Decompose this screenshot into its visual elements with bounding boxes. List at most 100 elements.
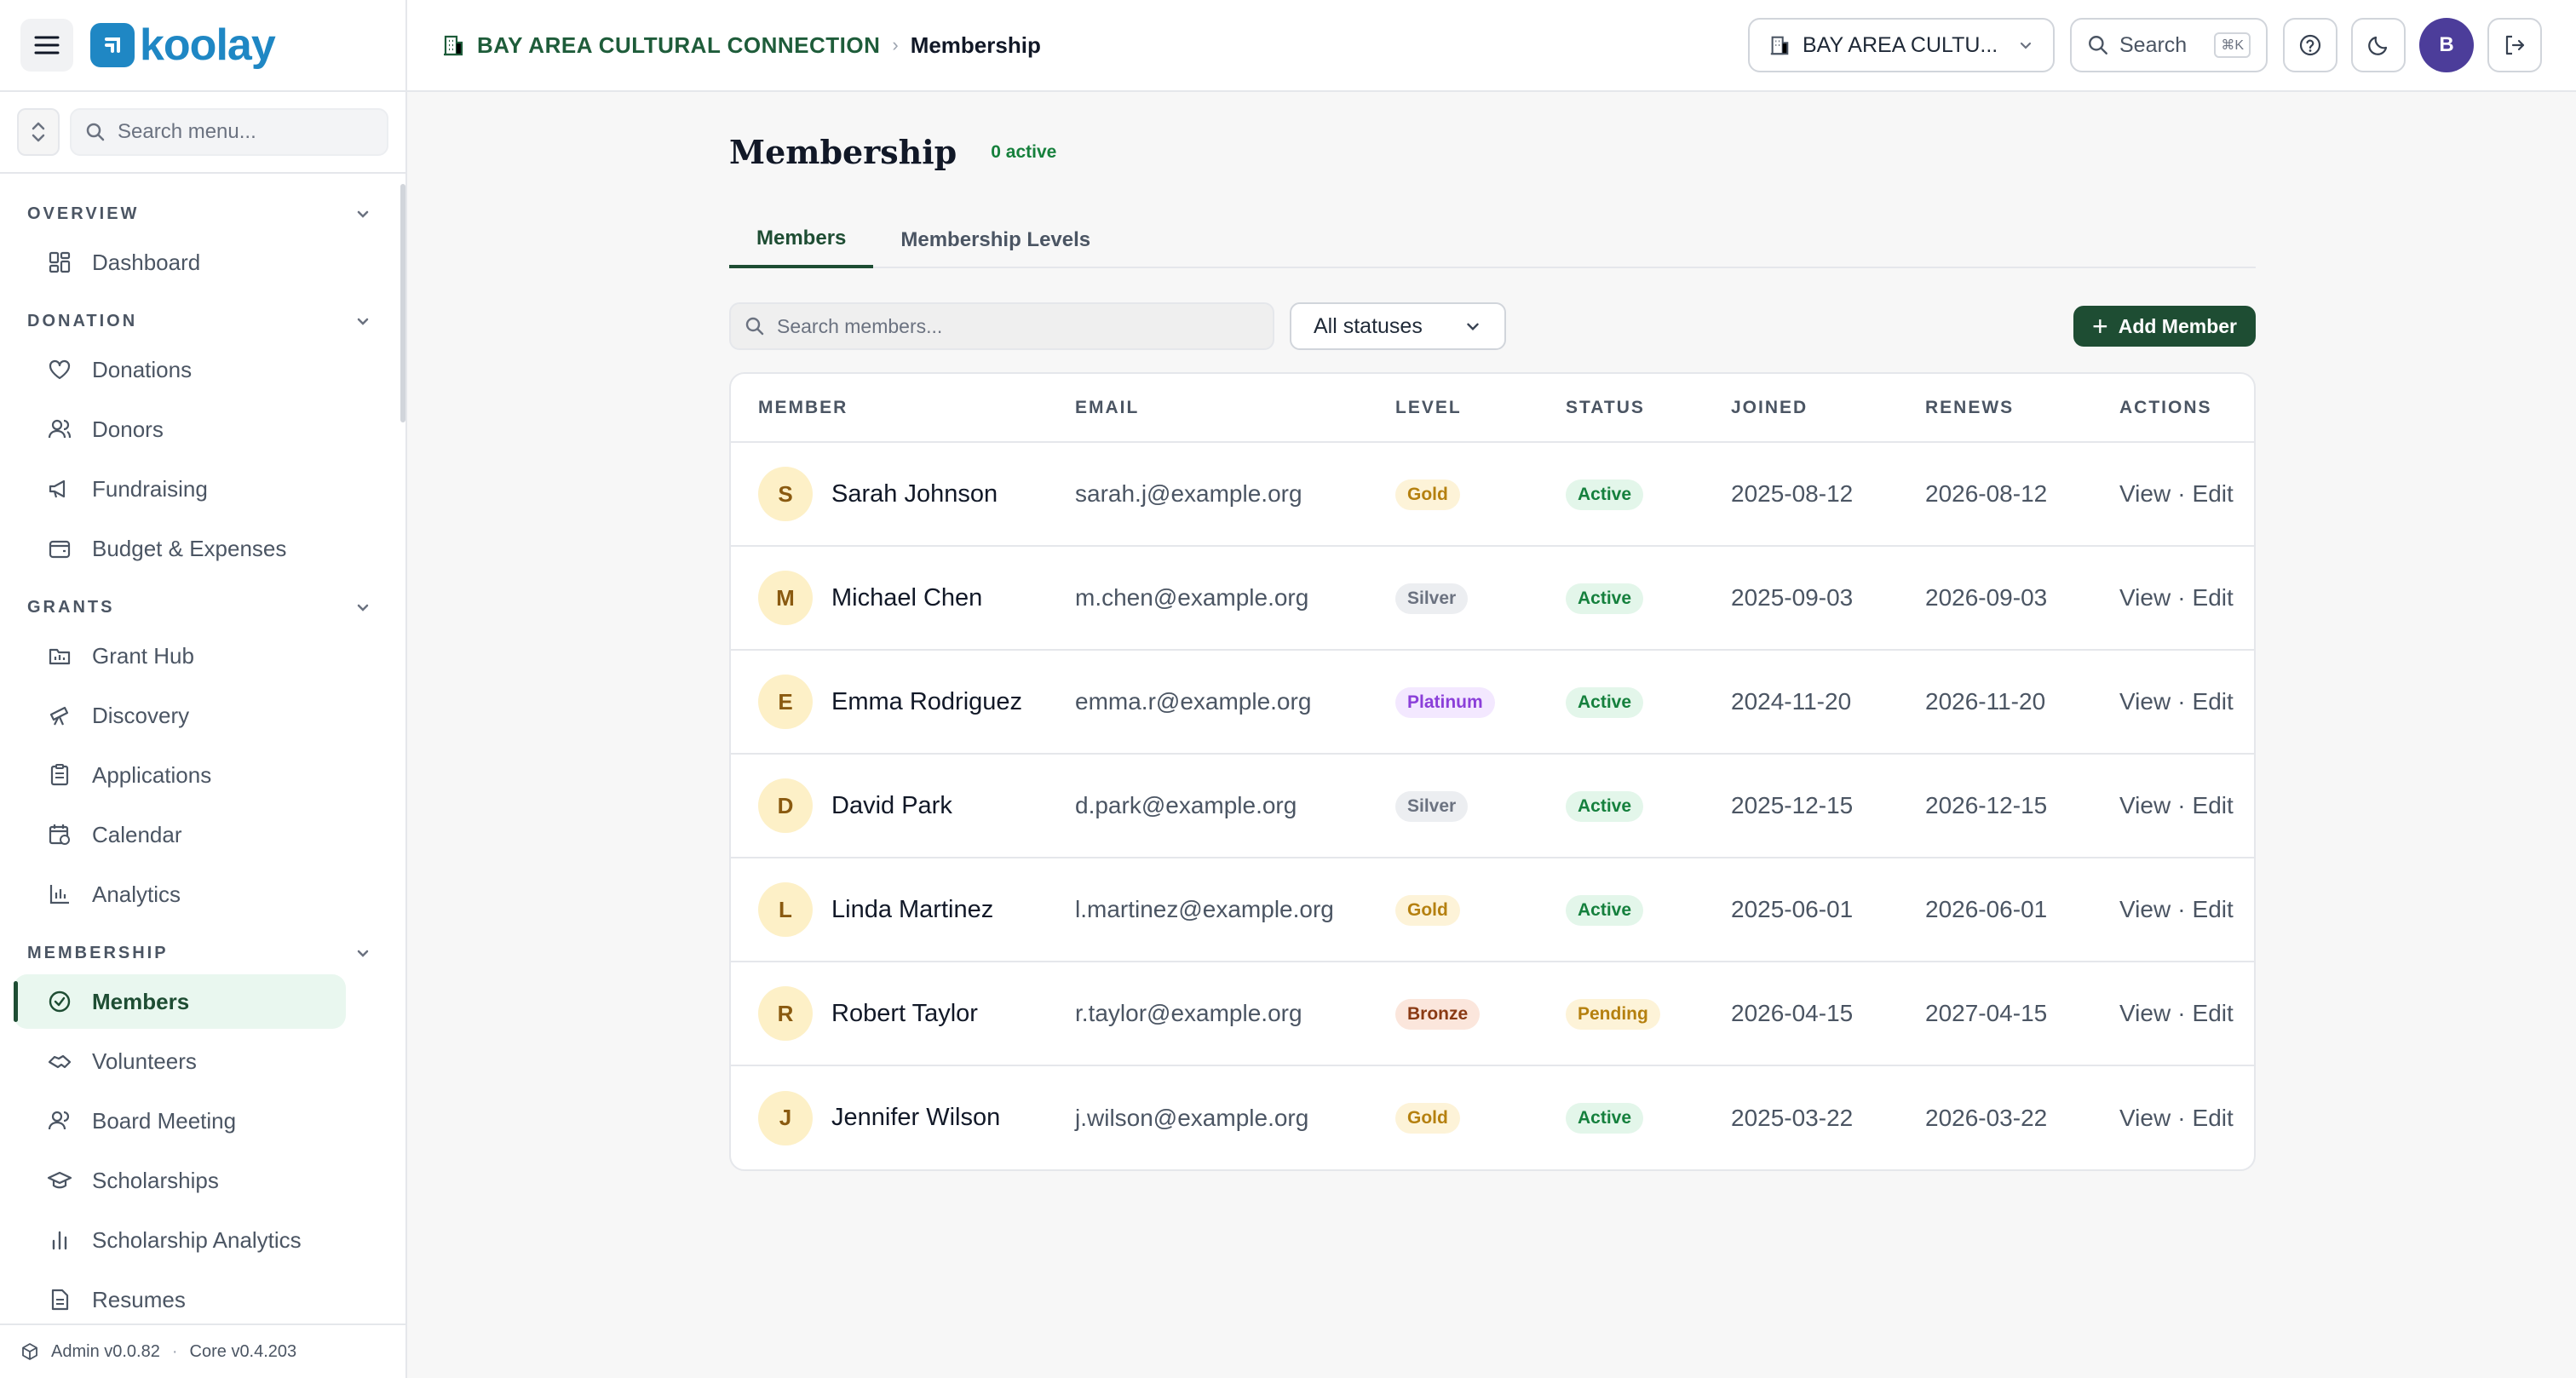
menu-search [70,108,388,156]
member-search-input[interactable] [777,314,1254,338]
logo[interactable]: koolay [90,20,276,71]
sidebar-item-analytics[interactable]: Analytics [14,867,346,922]
view-link[interactable]: View [2119,584,2171,611]
section-header-grants[interactable]: GRANTS [0,586,405,629]
sidebar-item-fundraising[interactable]: Fundraising [14,462,346,516]
column-header-joined[interactable]: JOINED [1704,374,1898,443]
renews-date: 2026-12-15 [1898,754,2092,858]
member-email: emma.r@example.org [1048,650,1368,755]
user-avatar[interactable]: B [2419,18,2474,72]
level-cell: Gold [1368,442,1538,547]
edit-link[interactable]: Edit [2193,1105,2234,1131]
organization-select-value: BAY AREA CULTU... [1803,32,1998,57]
sidebar-scrollbar[interactable] [400,184,405,422]
actions-cell: View · Edit [2092,858,2254,962]
table-row[interactable]: R Robert Taylor r.taylor@example.org Bronze… [731,962,2254,1066]
view-link[interactable]: View [2119,792,2171,818]
members-table: MEMBER EMAIL LEVEL STATUS JOINED RENEWS … [731,374,2254,1169]
column-header-member[interactable]: MEMBER [731,374,1048,443]
member-name: Robert Taylor [831,999,978,1027]
view-link[interactable]: View [2119,896,2171,922]
breadcrumb-org-link[interactable]: BAY AREA CULTURAL CONNECTION [477,32,880,59]
edit-link[interactable]: Edit [2193,792,2234,818]
sidebar-item-grant-hub[interactable]: Grant Hub [14,629,346,683]
sidebar-item-scholarship-analytics[interactable]: Scholarship Analytics [14,1213,346,1267]
view-link[interactable]: View [2119,1105,2171,1131]
edit-link[interactable]: Edit [2193,480,2234,507]
wallet-icon [46,535,73,562]
sidebar-item-scholarships[interactable]: Scholarships [14,1153,346,1208]
sidebar-item-resumes[interactable]: Resumes [14,1272,346,1327]
view-link[interactable]: View [2119,688,2171,715]
expand-collapse-button[interactable] [17,108,60,156]
sidebar-item-calendar[interactable]: Calendar [14,807,346,862]
table-header-row: MEMBER EMAIL LEVEL STATUS JOINED RENEWS … [731,374,2254,443]
member-name: Emma Rodriguez [831,687,1023,715]
member-cell: J Jennifer Wilson [731,1065,1048,1169]
menu-search-row [0,92,405,174]
add-member-button[interactable]: + Add Member [2073,306,2256,347]
edit-link[interactable]: Edit [2193,584,2234,611]
logo-mark-icon [90,23,135,67]
view-link[interactable]: View [2119,1000,2171,1026]
sidebar-item-donations[interactable]: Donations [14,342,346,397]
action-separator: · [2177,480,2186,507]
level-cell: Bronze [1368,962,1538,1066]
search-icon [2089,36,2107,55]
menu-search-input[interactable] [118,120,373,144]
sidebar-item-budget-expenses[interactable]: Budget & Expenses [14,521,346,576]
edit-link[interactable]: Edit [2193,688,2234,715]
column-header-renews[interactable]: RENEWS [1898,374,2092,443]
section-header-donation[interactable]: DONATION [0,300,405,342]
table-row[interactable]: D David Park d.park@example.org Silver Activ… [731,754,2254,858]
global-search-button[interactable]: Search ⌘K [2070,18,2268,72]
core-version: Core v0.4.203 [189,1341,297,1361]
organization-select[interactable]: BAY AREA CULTU... [1748,18,2055,72]
member-name: Sarah Johnson [831,479,998,508]
dashboard-icon [46,249,73,276]
joined-date: 2024-11-20 [1704,650,1898,755]
column-header-level[interactable]: LEVEL [1368,374,1538,443]
joined-date: 2025-08-12 [1704,442,1898,547]
table-row[interactable]: J Jennifer Wilson j.wilson@example.org Gold… [731,1065,2254,1169]
sidebar-item-applications[interactable]: Applications [14,748,346,802]
sidebar-item-donors[interactable]: Donors [14,402,346,456]
sidebar-item-volunteers[interactable]: Volunteers [14,1034,346,1088]
view-link[interactable]: View [2119,480,2171,507]
tab-membership-levels[interactable]: Membership Levels [873,212,1118,268]
sidebar-item-label: Discovery [92,702,190,728]
section-header-membership[interactable]: MEMBERSHIP [0,932,405,974]
search-icon [86,123,105,141]
table-row[interactable]: S Sarah Johnson sarah.j@example.org Gold Act… [731,442,2254,547]
hamburger-menu-button[interactable] [20,19,73,72]
member-cell: L Linda Martinez [731,858,1048,962]
sidebar-item-members[interactable]: Members [14,974,346,1029]
tab-members[interactable]: Members [729,212,874,268]
theme-toggle-button[interactable] [2351,18,2406,72]
sidebar-item-label: Grant Hub [92,642,194,669]
status-filter-select[interactable]: All statuses [1290,302,1506,350]
moon-icon [2368,36,2388,55]
help-button[interactable] [2283,18,2337,72]
logout-button[interactable] [2487,18,2542,72]
edit-link[interactable]: Edit [2193,1000,2234,1026]
level-badge: Platinum [1395,686,1495,718]
joined-date: 2026-04-15 [1704,962,1898,1066]
hamburger-icon [34,36,60,55]
edit-link[interactable]: Edit [2193,896,2234,922]
table-row[interactable]: M Michael Chen m.chen@example.org Silver Act… [731,546,2254,651]
members-toolbar: All statuses + Add Member [729,302,2256,350]
column-header-status[interactable]: STATUS [1538,374,1704,443]
column-header-email[interactable]: EMAIL [1048,374,1368,443]
table-row[interactable]: L Linda Martinez l.martinez@example.org Gol… [731,858,2254,962]
page-title: Membership [729,133,957,171]
sidebar-item-discovery[interactable]: Discovery [14,688,346,743]
member-avatar: E [758,675,813,729]
section-header-overview[interactable]: OVERVIEW [0,192,405,235]
main-content: Membership 0 active Members Membership L… [729,92,2256,1171]
member-name: David Park [831,791,952,819]
section-title: OVERVIEW [27,204,140,223]
sidebar-item-board-meeting[interactable]: Board Meeting [14,1094,346,1148]
sidebar-item-dashboard[interactable]: Dashboard [14,235,346,290]
table-row[interactable]: E Emma Rodriguez emma.r@example.org Platinu… [731,650,2254,755]
